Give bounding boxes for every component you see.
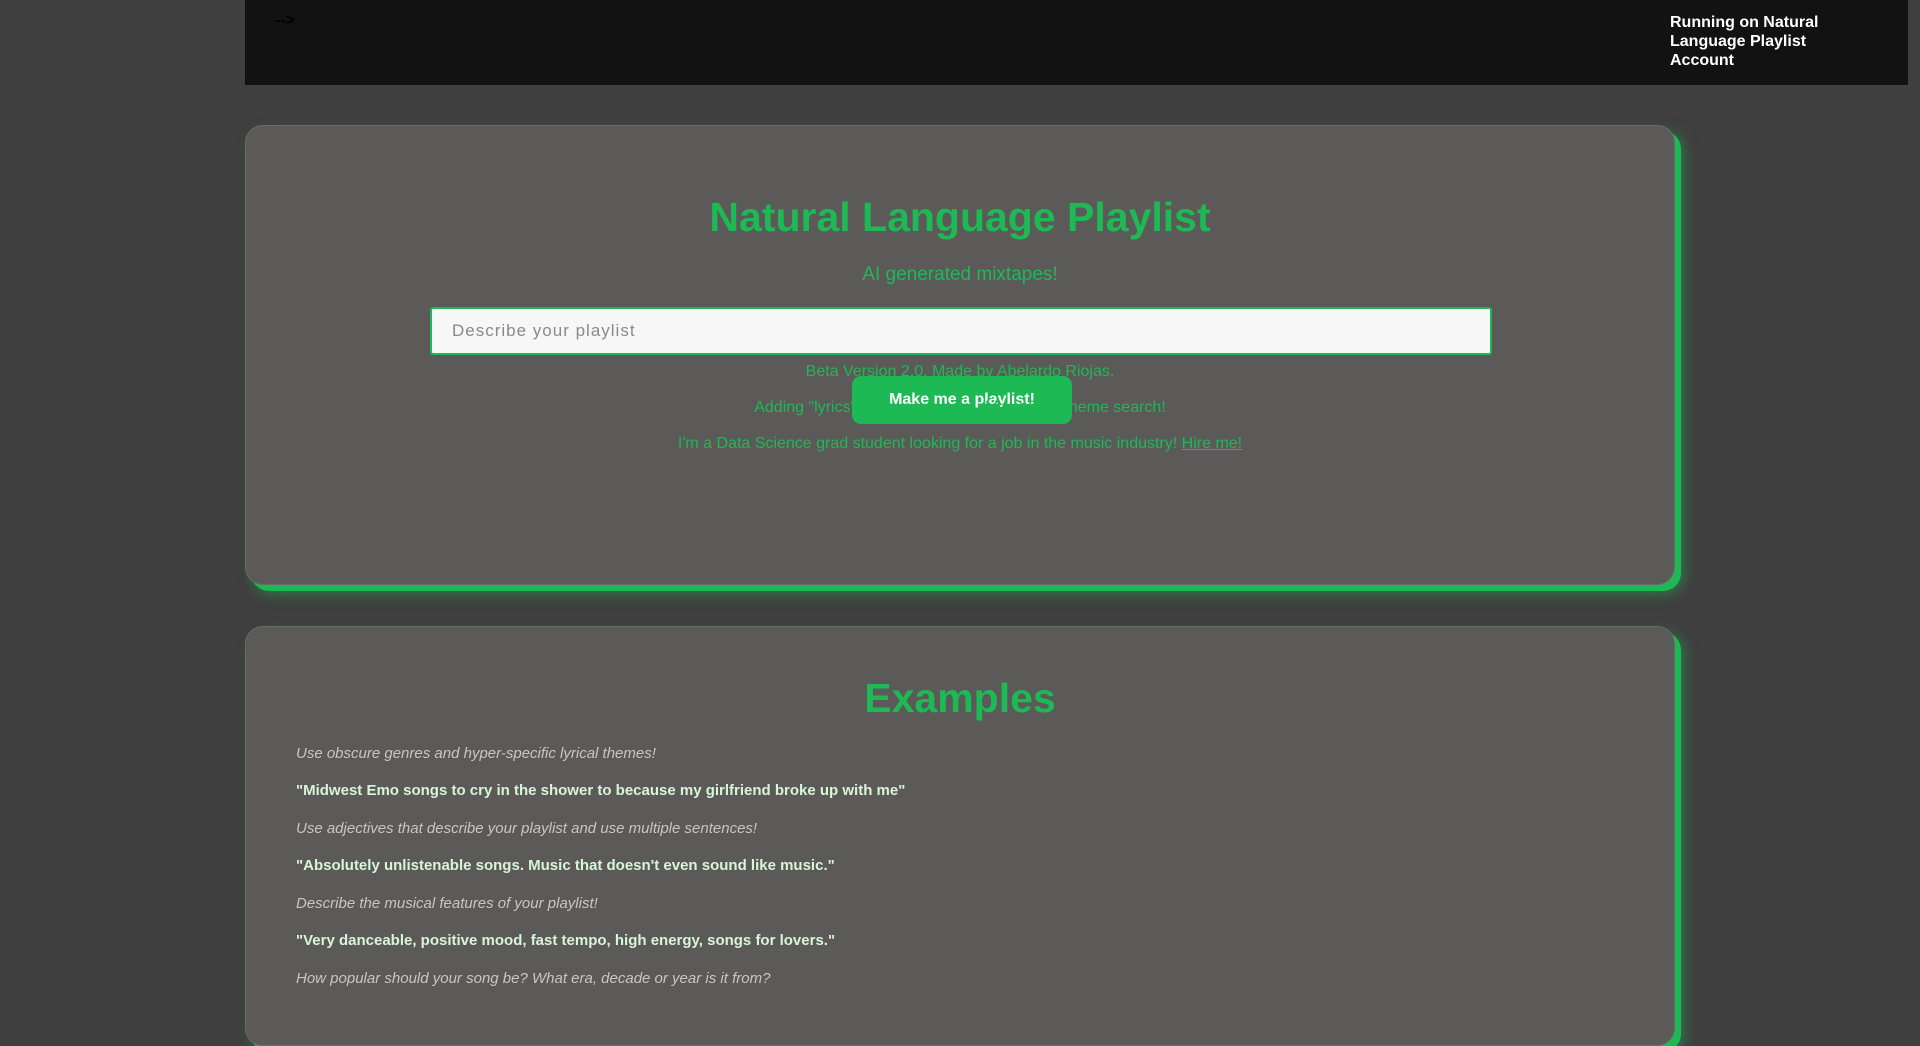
example-hint: How popular should your song be? What er… — [296, 970, 771, 987]
top-navbar: --> Running on Natural Language Playlist… — [245, 0, 1908, 85]
page-title: Natural Language Playlist — [709, 194, 1211, 240]
example-hint: Use obscure genres and hyper-specific ly… — [296, 745, 656, 762]
lyrics-note: Adding "lyrics" to your query enables ly… — [754, 399, 1166, 416]
version-note: Beta Version 2.0. Made by Abelardo Rioja… — [805, 363, 1115, 380]
job-note: I'm a Data Science grad student looking … — [246, 435, 1674, 453]
hire-me-link[interactable]: Hire me! — [1182, 435, 1242, 452]
example-hint: Use adjectives that describe your playli… — [296, 820, 758, 837]
playlist-generator-card: Natural Language Playlist AI generated m… — [245, 125, 1675, 585]
example-query: "Absolutely unlistenable songs. Music th… — [296, 857, 835, 874]
example-query: "Very danceable, positive mood, fast tem… — [296, 932, 836, 949]
examples-card: Examples Use obscure genres and hyper-sp… — [245, 626, 1675, 1046]
page-subtitle: AI generated mixtapes! — [862, 264, 1058, 285]
playlist-description-input[interactable] — [430, 307, 1492, 355]
stray-text: --> — [275, 12, 295, 29]
job-note-text: I'm a Data Science grad student looking … — [677, 435, 1182, 452]
example-query: "Midwest Emo songs to cry in the shower … — [296, 782, 906, 799]
examples-title: Examples — [864, 675, 1056, 721]
example-hint: Describe the musical features of your pl… — [296, 895, 598, 912]
account-status: Running on Natural Language Playlist Acc… — [1670, 14, 1819, 69]
